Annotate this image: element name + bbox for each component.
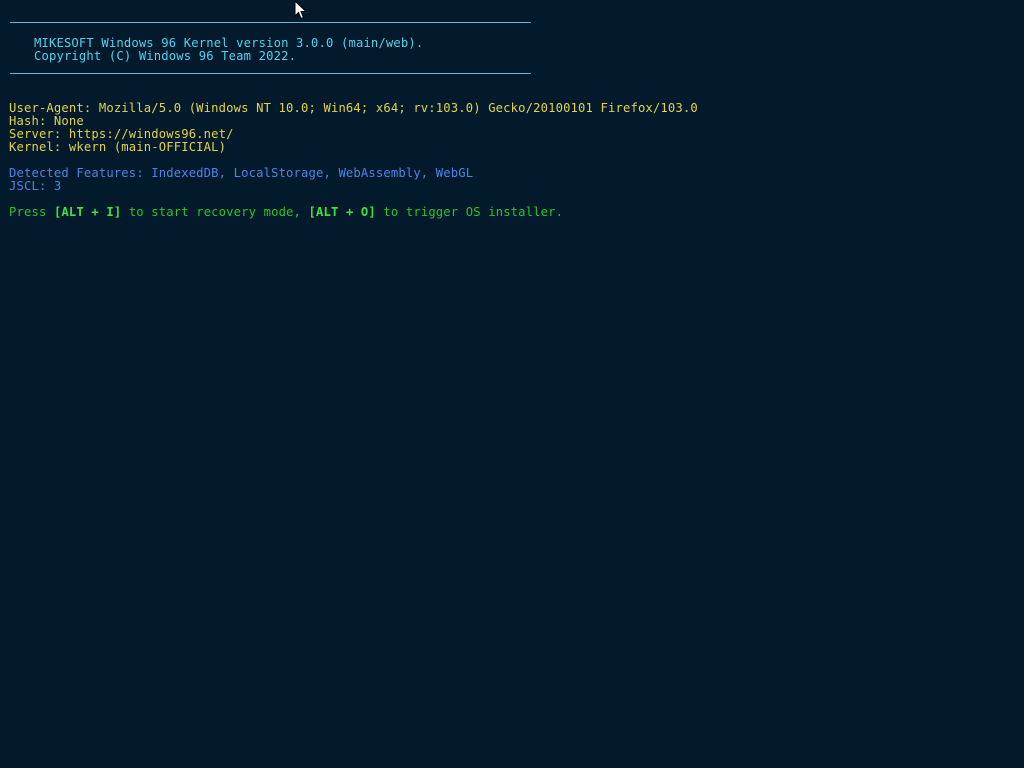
prompt-press-text: Press: [9, 205, 54, 219]
boot-console: { "banner": { "line1": "MIKESOFT Windows…: [0, 0, 1024, 768]
copyright-line: Copyright (C) Windows 96 Team 2022.: [34, 49, 297, 63]
banner-bottom-rule: [10, 73, 531, 74]
recovery-prompt-line: Press [ALT + I] to start recovery mode, …: [9, 206, 563, 219]
prompt-end-text: to trigger OS installer.: [375, 205, 564, 219]
installer-key-hint: [ALT + O]: [308, 205, 376, 219]
recovery-key-hint: [ALT + I]: [53, 205, 122, 219]
user-agent-line: User-Agent: Mozilla/5.0 (Windows NT 10.0…: [9, 101, 698, 115]
banner-top-rule: [10, 22, 531, 23]
detected-features-line: Detected Features: IndexedDB, LocalStora…: [9, 166, 474, 180]
mouse-pointer-icon: [294, 0, 308, 20]
prompt-mid-text: to start recovery mode,: [121, 205, 309, 219]
jscl-line: JSCL: 3: [9, 179, 62, 193]
kernel-line: Kernel: wkern (main-OFFICIAL): [9, 140, 227, 154]
